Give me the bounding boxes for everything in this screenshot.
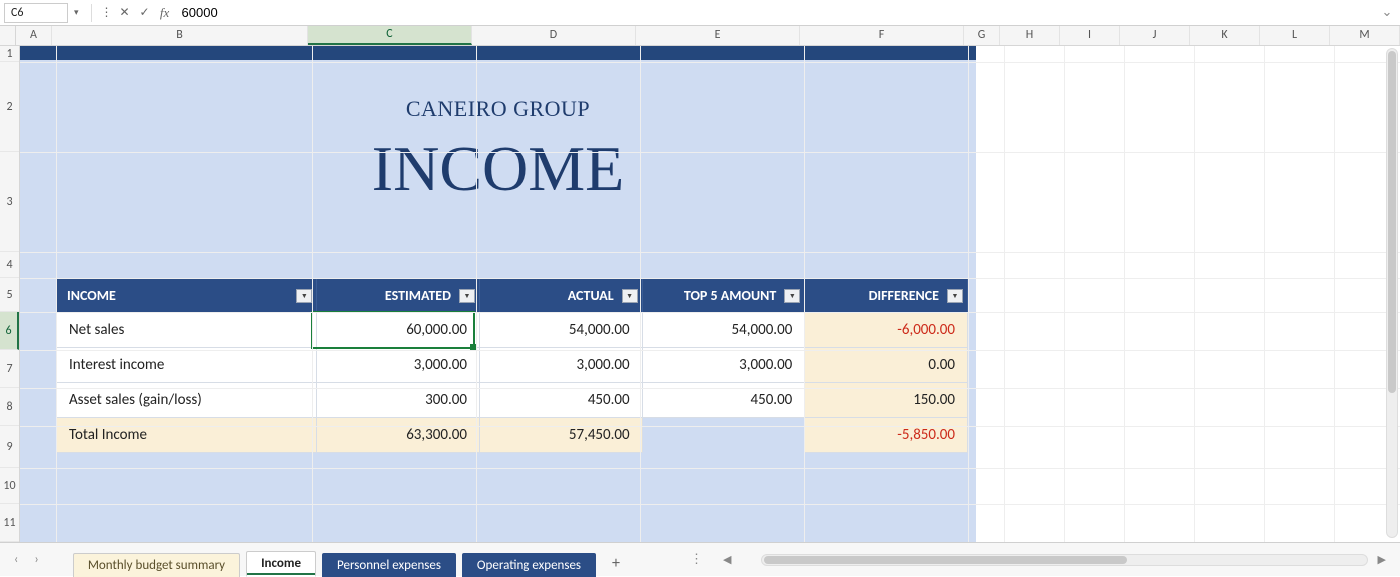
formula-bar: C6 ▾ ⋮ ✕ ✓ fx ⌄: [0, 0, 1400, 26]
formula-input[interactable]: [176, 3, 1374, 23]
cell-actual[interactable]: 57,450.00: [479, 418, 642, 453]
tab-nav-next-icon[interactable]: ›: [28, 552, 44, 567]
col-header-C[interactable]: C: [308, 26, 472, 45]
th-actual-label: ACTUAL: [568, 287, 614, 304]
row-header-5[interactable]: 5: [0, 278, 19, 312]
sheet-tab[interactable]: Personnel expenses: [322, 553, 456, 577]
cell-difference[interactable]: -5,850.00: [805, 418, 968, 453]
cell-estimated[interactable]: 3,000.00: [317, 348, 480, 383]
cell-estimated[interactable]: 63,300.00: [317, 418, 480, 453]
table-row: Interest income3,000.003,000.003,000.000…: [57, 348, 968, 383]
vscroll-thumb[interactable]: [1388, 51, 1396, 393]
row-header-9[interactable]: 9: [0, 426, 19, 468]
hscroll-left-icon[interactable]: ◀: [717, 553, 737, 566]
cell-top5[interactable]: [642, 418, 805, 453]
col-header-D[interactable]: D: [472, 26, 636, 45]
cell-top5[interactable]: 54,000.00: [642, 313, 805, 348]
income-tbody: Net sales60,000.0054,000.0054,000.00-6,0…: [57, 313, 968, 453]
row-header-2[interactable]: 2: [0, 62, 19, 152]
filter-icon[interactable]: ▼: [622, 289, 638, 303]
filter-icon[interactable]: ▼: [947, 289, 963, 303]
row-header-7[interactable]: 7: [0, 350, 19, 388]
row-headers: 1234567891011: [0, 46, 20, 542]
sheet-tabs: Monthly budget summaryIncomePersonnel ex…: [73, 547, 596, 573]
th-estimated[interactable]: ESTIMATED ▼: [317, 279, 480, 313]
vdots-icon[interactable]: ⋮: [100, 5, 114, 20]
grid-body: 1234567891011 CANEIRO GROUP INCOME INCOM…: [0, 46, 1400, 542]
hscroll-thumb[interactable]: [764, 556, 1126, 564]
col-header-H[interactable]: H: [1000, 26, 1060, 45]
formula-expand-icon[interactable]: ⌄: [1378, 5, 1396, 20]
col-header-A[interactable]: A: [16, 26, 52, 45]
th-top5-label: TOP 5 AMOUNT: [684, 287, 776, 304]
col-header-K[interactable]: K: [1190, 26, 1260, 45]
column-headers: ABCDEFGHIJKLM: [0, 26, 1400, 46]
th-top5[interactable]: TOP 5 AMOUNT ▼: [642, 279, 805, 313]
col-header-E[interactable]: E: [636, 26, 800, 45]
grid-area: ABCDEFGHIJKLM 1234567891011 CANEIRO GROU…: [0, 26, 1400, 542]
filter-icon[interactable]: ▼: [784, 289, 800, 303]
table-row: Net sales60,000.0054,000.0054,000.00-6,0…: [57, 313, 968, 348]
sheet-tab[interactable]: Income: [246, 551, 316, 577]
col-header-B[interactable]: B: [52, 26, 308, 45]
cell-difference[interactable]: -6,000.00: [805, 313, 968, 348]
row-header-3[interactable]: 3: [0, 152, 19, 252]
th-actual[interactable]: ACTUAL ▼: [479, 279, 642, 313]
name-box[interactable]: C6: [4, 3, 68, 23]
sheet-tab-bar: ‹ › Monthly budget summaryIncomePersonne…: [0, 542, 1400, 576]
horizontal-scrollbar[interactable]: [761, 554, 1367, 566]
name-box-value: C6: [11, 6, 23, 20]
cell-actual[interactable]: 54,000.00: [479, 313, 642, 348]
row-header-1[interactable]: 1: [0, 46, 19, 62]
col-header-F[interactable]: F: [800, 26, 964, 45]
th-estimated-label: ESTIMATED: [385, 287, 451, 304]
cell-estimated[interactable]: 60,000.00: [317, 313, 480, 348]
cell-top5[interactable]: 3,000.00: [642, 348, 805, 383]
th-difference-label: DIFFERENCE: [869, 287, 939, 304]
col-header-M[interactable]: M: [1330, 26, 1400, 45]
row-header-6[interactable]: 6: [0, 312, 19, 350]
divider: [91, 4, 92, 22]
row-header-4[interactable]: 4: [0, 252, 19, 278]
row-header-10[interactable]: 10: [0, 468, 19, 504]
sheet-tab[interactable]: Monthly budget summary: [73, 553, 240, 577]
name-box-dropdown-icon[interactable]: ▾: [70, 7, 83, 18]
col-header-J[interactable]: J: [1120, 26, 1190, 45]
vertical-scrollbar[interactable]: [1386, 48, 1398, 538]
row-header-8[interactable]: 8: [0, 388, 19, 426]
cell-actual[interactable]: 3,000.00: [479, 348, 642, 383]
enter-icon[interactable]: ✓: [138, 5, 152, 20]
cells-canvas[interactable]: CANEIRO GROUP INCOME INCOME▼ ESTIMATED▼ …: [20, 46, 1400, 542]
tab-nav-prev-icon[interactable]: ‹: [8, 552, 24, 567]
th-difference[interactable]: DIFFERENCE ▼: [805, 279, 968, 313]
col-header-L[interactable]: L: [1260, 26, 1330, 45]
page-title: INCOME: [20, 132, 976, 206]
fx-icon[interactable]: fx: [158, 5, 172, 21]
th-income-label: INCOME: [67, 287, 116, 304]
col-header-I[interactable]: I: [1060, 26, 1120, 45]
select-all-corner[interactable]: [0, 26, 16, 45]
cell-difference[interactable]: 0.00: [805, 348, 968, 383]
add-sheet-button[interactable]: +: [600, 554, 632, 573]
col-header-G[interactable]: G: [964, 26, 1000, 45]
table-row-total: Total Income63,300.0057,450.00 -5,850.00: [57, 418, 968, 453]
tab-overflow-icon[interactable]: ⋮: [680, 552, 713, 567]
cancel-icon[interactable]: ✕: [118, 5, 132, 20]
sheet-tab[interactable]: Operating expenses: [462, 553, 596, 577]
cell-label[interactable]: Interest income: [57, 348, 317, 383]
th-income[interactable]: INCOME ▼: [57, 279, 317, 313]
filter-icon[interactable]: ▼: [296, 289, 312, 303]
filter-icon[interactable]: ▼: [459, 289, 475, 303]
top-strip: [20, 46, 976, 60]
row-header-11[interactable]: 11: [0, 504, 19, 542]
hscroll-right-icon[interactable]: ▶: [1372, 553, 1392, 566]
cell-label[interactable]: Net sales: [57, 313, 317, 348]
company-name: CANEIRO GROUP: [20, 96, 976, 122]
cell-label[interactable]: Total Income: [57, 418, 317, 453]
